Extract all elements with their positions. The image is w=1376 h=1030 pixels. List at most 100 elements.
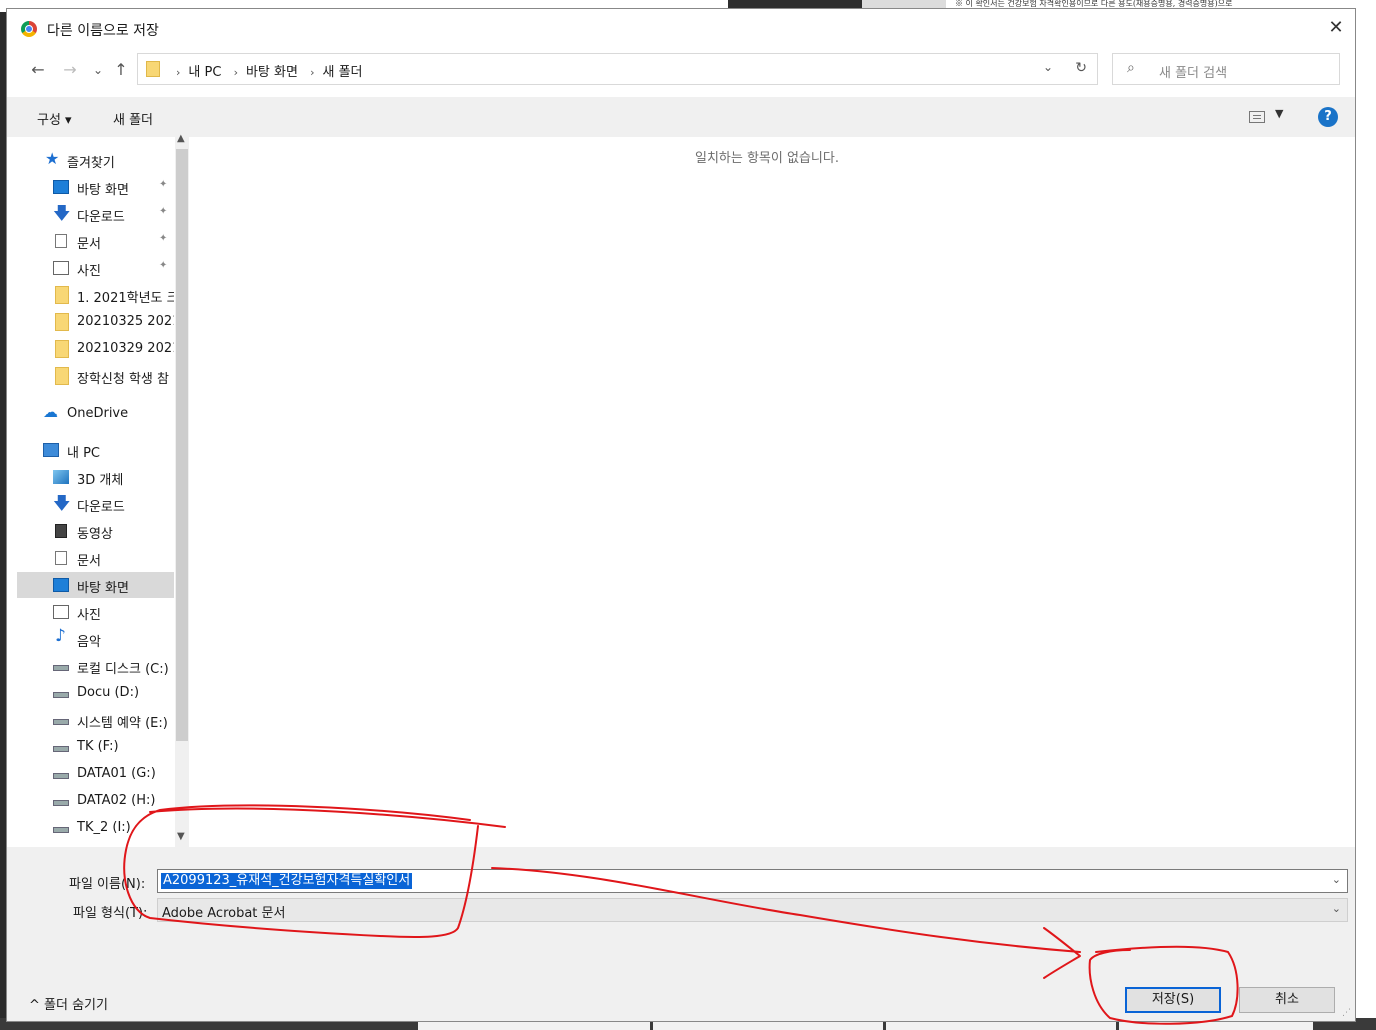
title-bar: 다른 이름으로 저장 ✕ [7, 9, 1355, 45]
desktop-icon [53, 578, 69, 592]
download-icon: 🡇 [53, 204, 71, 224]
refresh-button[interactable]: ↻ [1075, 60, 1087, 76]
file-list-area[interactable]: 일치하는 항목이 없습니다. [193, 135, 1353, 847]
cloud-icon: ☁ [43, 403, 58, 421]
filename-dropdown-button[interactable]: ⌄ [1332, 873, 1341, 886]
document-icon [55, 234, 67, 248]
sidebar-item-folder-20210325[interactable]: 20210325 2021 [17, 309, 174, 335]
sidebar-item-pictures[interactable]: 사진 [17, 599, 174, 625]
sidebar-item-documents[interactable]: 문서 [17, 545, 174, 571]
pc-icon [43, 443, 59, 457]
pin-icon: ✦ [159, 260, 168, 271]
view-dropdown-button[interactable]: ▼ [1275, 107, 1283, 120]
navigation-pane: ★ 즐겨찾기 바탕 화면 ✦ 🡇 다운로드 ✦ 문서 ✦ 사진 ✦ 1. 202… [17, 135, 174, 847]
scroll-down-arrow[interactable]: ▼ [177, 831, 185, 842]
sidebar-item-desktop[interactable]: 바탕 화면 [17, 572, 174, 598]
breadcrumb: › 내 PC › 바탕 화면 › 새 폴더 [176, 65, 363, 80]
command-toolbar: 구성 ▾ 새 폴더 ▼ ? [7, 97, 1355, 137]
sidebar-item-quick-access[interactable]: ★ 즐겨찾기 [17, 147, 174, 173]
sidebar-item-drive-h[interactable]: DATA02 (H:) [17, 788, 174, 814]
local-disk-icon [53, 665, 69, 671]
drive-icon [53, 827, 69, 833]
search-input[interactable]: ⌕ 새 폴더 검색 [1112, 53, 1340, 85]
sidebar-item-downloads[interactable]: 🡇 다운로드 [17, 491, 174, 517]
organize-button[interactable]: 구성 ▾ [37, 109, 72, 128]
empty-folder-message: 일치하는 항목이 없습니다. [695, 151, 839, 166]
document-icon [55, 551, 67, 565]
folder-icon [55, 286, 69, 304]
folder-icon [55, 367, 69, 385]
sidebar-item-drive-c[interactable]: 로컬 디스크 (C:) [17, 653, 174, 679]
search-icon: ⌕ [1127, 60, 1135, 76]
filetype-value: Adobe Acrobat 문서 [162, 906, 286, 921]
sidebar-item-folder-20210329[interactable]: 20210329 2021 [17, 336, 174, 362]
filename-input[interactable]: A2099123_유재석_건강보험자격득실확인서 ⌄ [157, 869, 1348, 893]
folder-icon [55, 313, 69, 331]
view-options-icon[interactable] [1249, 111, 1265, 123]
sidebar-item-drive-g[interactable]: DATA01 (G:) [17, 761, 174, 787]
video-icon [55, 524, 67, 538]
pictures-icon [53, 605, 69, 619]
drive-icon [53, 692, 69, 698]
breadcrumb-desktop[interactable]: 바탕 화면 [246, 65, 298, 80]
resize-grip[interactable]: ⋰ [1342, 1008, 1351, 1018]
dialog-title: 다른 이름으로 저장 [47, 23, 159, 39]
sidebar-item-drive-f[interactable]: TK (F:) [17, 734, 174, 760]
folder-icon [146, 61, 160, 77]
3d-objects-icon [53, 470, 69, 484]
scroll-up-arrow[interactable]: ▲ [177, 133, 185, 144]
save-button[interactable]: 저장(S) [1125, 987, 1221, 1013]
pin-icon: ✦ [159, 179, 168, 190]
save-as-dialog: 다른 이름으로 저장 ✕ ← → ⌄ ↑ › 내 PC › 바탕 화면 › 새 폴더 … [6, 8, 1356, 1022]
desktop-icon [53, 180, 69, 194]
sidebar-item-videos[interactable]: 동영상 [17, 518, 174, 544]
background-page-right [1356, 0, 1376, 1030]
sidebar-item-onedrive[interactable]: ☁ OneDrive [17, 401, 174, 427]
sidebar-item-drive-e[interactable]: 시스템 예약 (E:) [17, 707, 174, 733]
close-button[interactable]: ✕ [1323, 15, 1349, 41]
address-dropdown-button[interactable]: ⌄ [1043, 60, 1053, 74]
sidebar-item-desktop-pinned[interactable]: 바탕 화면 ✦ [17, 174, 174, 200]
sidebar-item-documents-pinned[interactable]: 문서 ✦ [17, 228, 174, 254]
download-icon: 🡇 [53, 494, 71, 514]
sidebar-item-music[interactable]: ♪ 음악 [17, 626, 174, 652]
drive-icon [53, 746, 69, 752]
drive-icon [53, 773, 69, 779]
sidebar-item-drive-d[interactable]: Docu (D:) [17, 680, 174, 706]
search-placeholder: 새 폴더 검색 [1159, 66, 1228, 81]
recent-locations-button[interactable]: ⌄ [87, 59, 109, 81]
sidebar-item-folder-2021[interactable]: 1. 2021학년도 크 [17, 282, 174, 308]
sidebar-item-this-pc[interactable]: 내 PC [17, 437, 174, 463]
drive-icon [53, 800, 69, 806]
filetype-select[interactable]: Adobe Acrobat 문서 ⌄ [157, 898, 1348, 922]
scroll-thumb[interactable] [176, 149, 188, 741]
folder-icon [55, 340, 69, 358]
address-bar[interactable]: › 내 PC › 바탕 화면 › 새 폴더 ⌄ ↻ [137, 53, 1098, 85]
filename-value: A2099123_유재석_건강보험자격득실확인서 [161, 873, 413, 889]
pictures-icon [53, 261, 69, 275]
pin-icon: ✦ [159, 206, 168, 217]
sidebar-item-downloads-pinned[interactable]: 🡇 다운로드 ✦ [17, 201, 174, 227]
sidebar-item-drive-i[interactable]: TK_2 (I:) [17, 815, 174, 841]
help-icon[interactable]: ? [1318, 107, 1338, 127]
navigation-bar: ← → ⌄ ↑ › 내 PC › 바탕 화면 › 새 폴더 ⌄ ↻ ⌕ 새 폴더 검색 [7, 51, 1355, 89]
forward-button[interactable]: → [59, 59, 81, 81]
new-folder-button[interactable]: 새 폴더 [113, 109, 153, 128]
breadcrumb-new-folder[interactable]: 새 폴더 [323, 65, 363, 80]
chrome-icon [21, 21, 37, 37]
music-icon: ♪ [55, 626, 66, 646]
navigation-scrollbar[interactable]: ▲ ▼ [175, 133, 189, 847]
cancel-button[interactable]: 취소 [1239, 987, 1335, 1013]
sidebar-item-folder-scholarship[interactable]: 장학신청 학생 참 [17, 363, 174, 389]
up-button[interactable]: ↑ [110, 59, 132, 81]
filetype-label: 파일 형식(T): [73, 906, 148, 921]
filetype-dropdown-button[interactable]: ⌄ [1332, 902, 1341, 915]
filename-label: 파일 이름(N): [69, 877, 146, 892]
sidebar-item-3d-objects[interactable]: 3D 개체 [17, 464, 174, 490]
drive-icon [53, 719, 69, 725]
back-button[interactable]: ← [27, 59, 49, 81]
breadcrumb-this-pc[interactable]: 내 PC [188, 65, 221, 80]
sidebar-item-pictures-pinned[interactable]: 사진 ✦ [17, 255, 174, 281]
hide-folders-button[interactable]: ^ 폴더 숨기기 [29, 994, 108, 1013]
save-form-panel: 파일 이름(N): A2099123_유재석_건강보험자격득실확인서 ⌄ 파일 … [7, 847, 1355, 1021]
